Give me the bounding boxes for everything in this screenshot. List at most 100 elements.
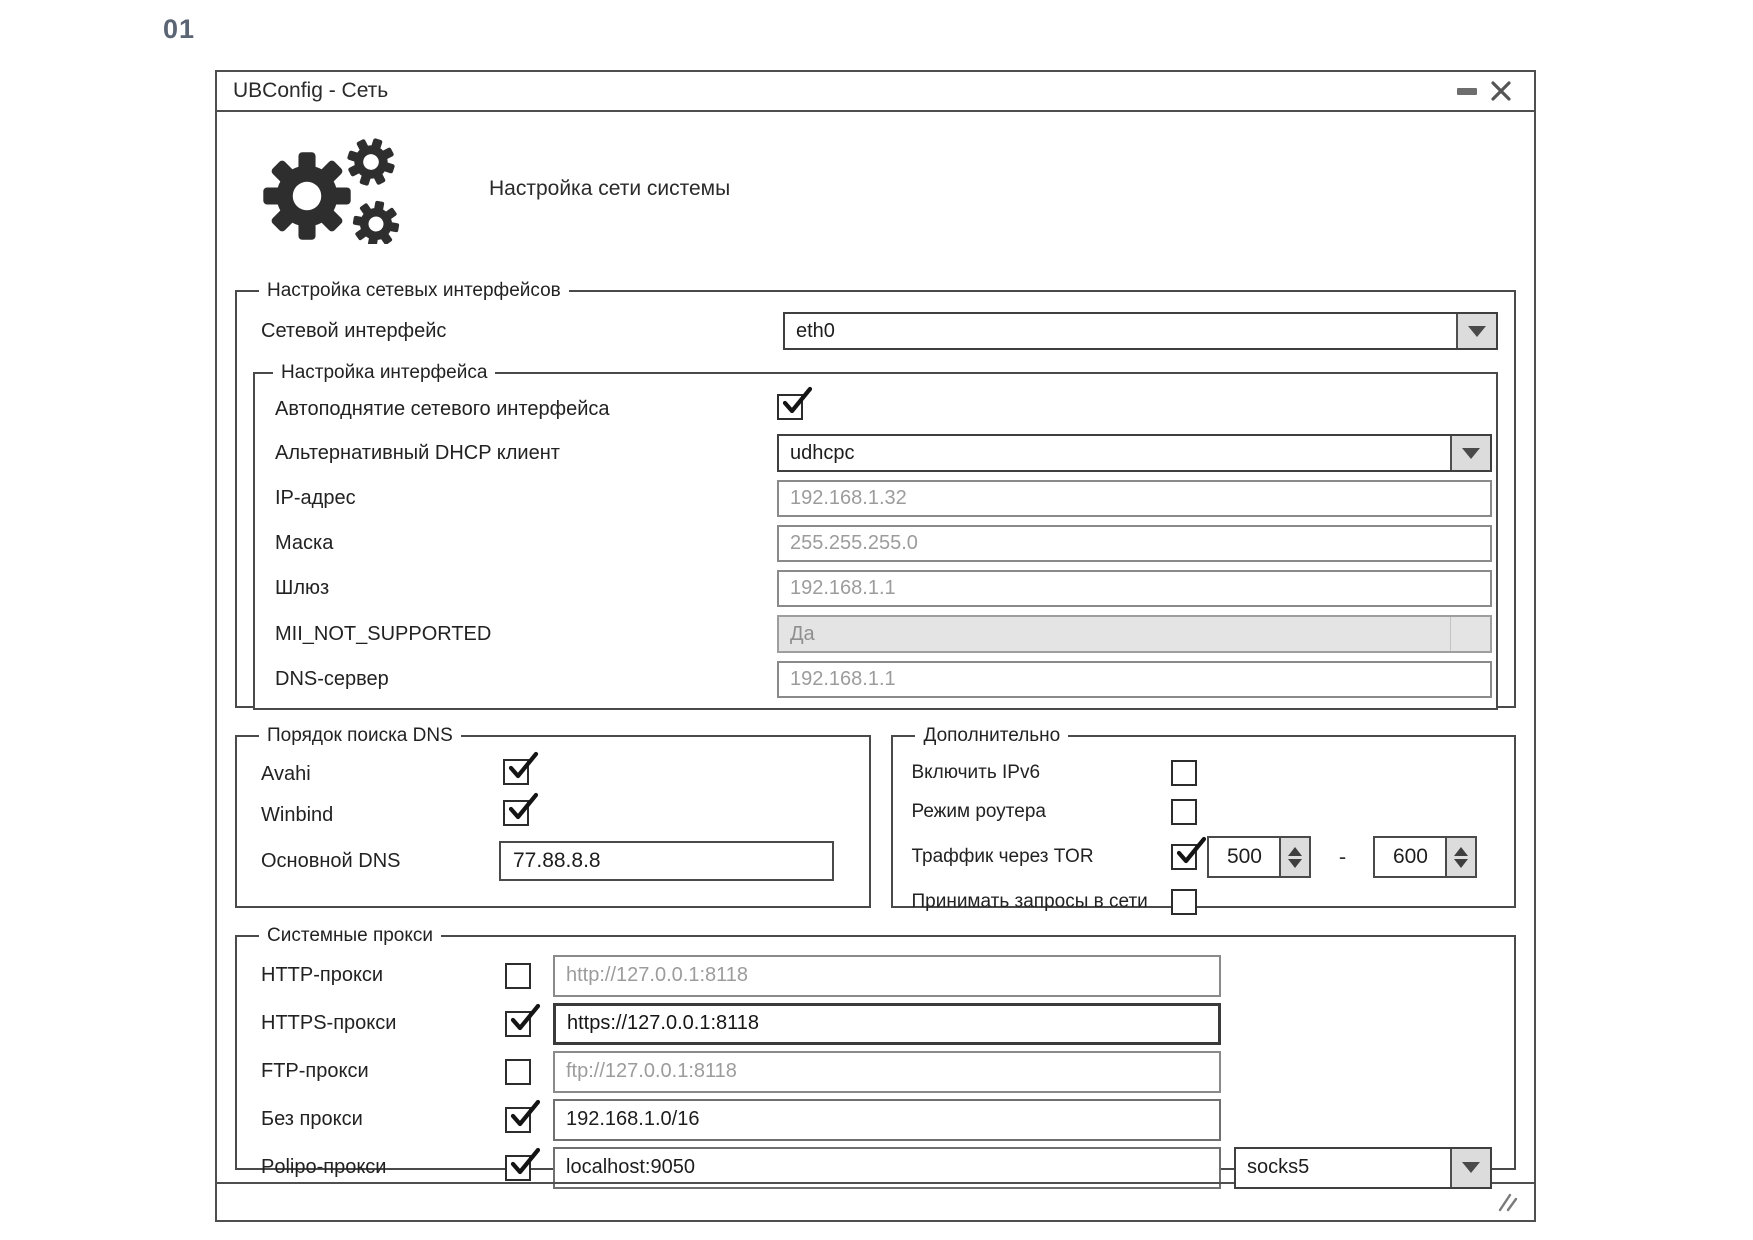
netmask-label: Маска bbox=[267, 532, 777, 555]
chevron-down-icon bbox=[1468, 326, 1486, 337]
auto-up-label: Автоподнятие сетевого интерфейса bbox=[267, 398, 777, 421]
socks-type-value: socks5 bbox=[1236, 1149, 1450, 1187]
socks-type-dropdown-button[interactable] bbox=[1450, 1149, 1490, 1187]
no-proxy-label: Без прокси bbox=[253, 1108, 505, 1131]
ipv6-checkbox[interactable] bbox=[1171, 760, 1197, 786]
ip-address-label: IP-адрес bbox=[267, 487, 777, 510]
row-router-mode: Режим роутера bbox=[909, 797, 1498, 827]
router-mode-checkbox[interactable] bbox=[1171, 799, 1197, 825]
tor-port-to-spinner[interactable]: 600 bbox=[1373, 836, 1477, 878]
row-tor: Траффик через TOR 500 bbox=[909, 836, 1498, 878]
http-proxy-label: HTTP-прокси bbox=[253, 964, 505, 987]
page-label: 01 bbox=[163, 14, 195, 45]
group-system-proxies: Системные прокси HTTP-прокси HTTPS-прокс… bbox=[235, 925, 1516, 1170]
gears-icon bbox=[259, 134, 409, 244]
group-system-proxies-legend: Системные прокси bbox=[259, 925, 441, 947]
resize-grip-icon[interactable] bbox=[1496, 1191, 1520, 1213]
row-mii: MII_NOT_SUPPORTED Да bbox=[267, 615, 1492, 653]
row-dhcp-client: Альтернативный DHCP клиент udhcpc bbox=[267, 434, 1492, 472]
primary-dns-label: Основной DNS bbox=[253, 850, 503, 873]
https-proxy-label: HTTPS-прокси bbox=[253, 1012, 505, 1035]
row-http-proxy: HTTP-прокси bbox=[253, 954, 1498, 997]
socks-type-select[interactable]: socks5 bbox=[1234, 1147, 1492, 1189]
group-interface-settings-legend: Настройка интерфейса bbox=[273, 362, 495, 384]
header: Настройка сети системы bbox=[259, 136, 1516, 242]
network-interface-label: Сетевой интерфейс bbox=[253, 320, 783, 343]
gateway-input[interactable] bbox=[777, 570, 1492, 607]
row-avahi: Avahi bbox=[253, 759, 853, 790]
row-no-proxy: Без прокси bbox=[253, 1098, 1498, 1141]
row-dns-server: DNS-сервер bbox=[267, 661, 1492, 698]
row-auto-up: Автоподнятие сетевого интерфейса bbox=[267, 392, 1492, 426]
dhcp-client-value: udhcpc bbox=[779, 436, 1450, 470]
ip-address-input[interactable] bbox=[777, 480, 1492, 517]
auto-up-checkbox[interactable] bbox=[777, 394, 803, 420]
tor-port-from-spinner[interactable]: 500 bbox=[1207, 836, 1311, 878]
polipo-proxy-label: Polipo-прокси bbox=[253, 1156, 505, 1179]
accept-requests-checkbox[interactable] bbox=[1171, 889, 1197, 915]
group-dns-order-legend: Порядок поиска DNS bbox=[259, 725, 461, 747]
avahi-label: Avahi bbox=[253, 763, 503, 786]
mii-field-disabled: Да bbox=[777, 615, 1492, 653]
window-body: Настройка сети системы Настройка сетевых… bbox=[217, 112, 1534, 1182]
check-icon bbox=[507, 1003, 541, 1037]
tor-port-to-value: 600 bbox=[1375, 838, 1445, 876]
close-button[interactable] bbox=[1484, 76, 1518, 106]
http-proxy-input[interactable] bbox=[553, 955, 1221, 997]
avahi-checkbox[interactable] bbox=[503, 759, 529, 785]
ftp-proxy-label: FTP-прокси bbox=[253, 1060, 505, 1083]
row-ip-address: IP-адрес bbox=[267, 480, 1492, 517]
group-network-interfaces: Настройка сетевых интерфейсов Сетевой ин… bbox=[235, 280, 1516, 708]
row-gateway: Шлюз bbox=[267, 570, 1492, 607]
tor-checkbox[interactable] bbox=[1171, 844, 1197, 870]
no-proxy-checkbox[interactable] bbox=[505, 1107, 531, 1133]
http-proxy-checkbox[interactable] bbox=[505, 963, 531, 989]
middle-groups: Порядок поиска DNS Avahi Winbind bbox=[235, 725, 1516, 908]
group-network-interfaces-legend: Настройка сетевых интерфейсов bbox=[259, 280, 569, 302]
winbind-checkbox[interactable] bbox=[503, 800, 529, 826]
dhcp-client-dropdown-button[interactable] bbox=[1450, 436, 1490, 470]
tor-port-to-spin-buttons[interactable] bbox=[1445, 838, 1475, 876]
network-interface-dropdown-button[interactable] bbox=[1456, 314, 1496, 348]
ipv6-label: Включить IPv6 bbox=[909, 762, 1171, 784]
group-dns-order: Порядок поиска DNS Avahi Winbind bbox=[235, 725, 871, 908]
group-additional-legend: Дополнительно bbox=[915, 725, 1068, 747]
winbind-label: Winbind bbox=[253, 804, 503, 827]
minimize-button[interactable] bbox=[1450, 76, 1484, 106]
dns-server-input[interactable] bbox=[777, 661, 1492, 698]
row-https-proxy: HTTPS-прокси bbox=[253, 1002, 1498, 1045]
https-proxy-checkbox[interactable] bbox=[505, 1011, 531, 1037]
mii-dropdown-button bbox=[1450, 617, 1490, 651]
gateway-label: Шлюз bbox=[267, 577, 777, 600]
check-icon bbox=[505, 792, 539, 826]
netmask-input[interactable] bbox=[777, 525, 1492, 562]
minimize-icon bbox=[1457, 88, 1477, 95]
row-netmask: Маска bbox=[267, 525, 1492, 562]
ubconfig-window: UBConfig - Сеть Настройка сети системы Н… bbox=[215, 70, 1536, 1222]
no-proxy-input[interactable] bbox=[553, 1099, 1221, 1141]
tor-port-from-spin-buttons[interactable] bbox=[1279, 838, 1309, 876]
dhcp-client-select[interactable]: udhcpc bbox=[777, 434, 1492, 472]
network-interface-value: eth0 bbox=[785, 314, 1456, 348]
row-network-interface: Сетевой интерфейс eth0 bbox=[253, 312, 1498, 350]
ftp-proxy-checkbox[interactable] bbox=[505, 1059, 531, 1085]
close-icon bbox=[1490, 80, 1512, 102]
tor-label: Траффик через TOR bbox=[909, 846, 1171, 868]
polipo-proxy-checkbox[interactable] bbox=[505, 1155, 531, 1181]
check-icon bbox=[505, 751, 539, 785]
row-primary-dns: Основной DNS bbox=[253, 841, 853, 881]
https-proxy-input[interactable] bbox=[553, 1003, 1221, 1045]
titlebar: UBConfig - Сеть bbox=[217, 72, 1534, 112]
dhcp-client-label: Альтернативный DHCP клиент bbox=[267, 442, 777, 465]
row-ipv6: Включить IPv6 bbox=[909, 758, 1498, 788]
ftp-proxy-input[interactable] bbox=[553, 1051, 1221, 1093]
row-winbind: Winbind bbox=[253, 800, 853, 831]
row-accept-requests: Принимать запросы в сети bbox=[909, 887, 1498, 917]
network-interface-select[interactable]: eth0 bbox=[783, 312, 1498, 350]
primary-dns-input[interactable] bbox=[499, 841, 834, 881]
spin-down-icon bbox=[1454, 859, 1468, 868]
dns-server-label: DNS-сервер bbox=[267, 668, 777, 691]
port-range-separator: - bbox=[1311, 844, 1373, 870]
mii-label: MII_NOT_SUPPORTED bbox=[267, 623, 777, 646]
row-ftp-proxy: FTP-прокси bbox=[253, 1050, 1498, 1093]
